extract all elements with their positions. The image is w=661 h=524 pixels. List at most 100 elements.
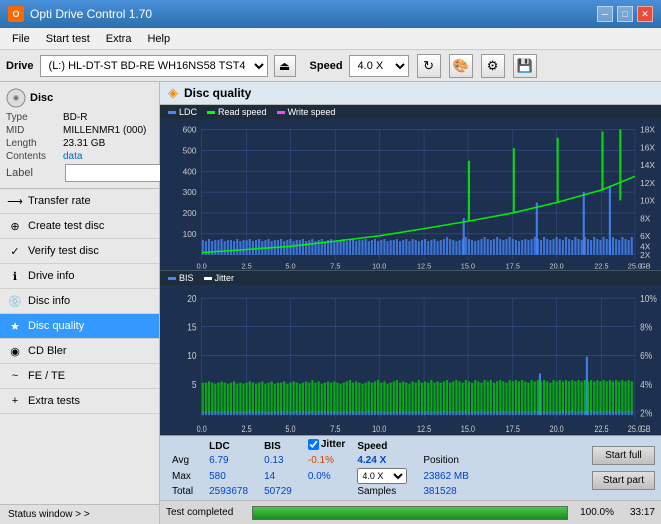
menu-start-test[interactable]: Start test [38, 31, 98, 47]
top-chart-svg-area: 600 500 400 300 200 100 18X 16X 14X 12X [160, 119, 661, 270]
disc-contents-value: data [63, 151, 82, 162]
close-button[interactable]: ✕ [637, 6, 653, 22]
svg-text:12.5: 12.5 [417, 261, 431, 270]
jitter-legend-dot [204, 277, 212, 280]
svg-text:6%: 6% [640, 350, 653, 362]
transfer-rate-icon: ⟶ [8, 194, 22, 208]
nav-extra-tests[interactable]: + Extra tests [0, 389, 159, 414]
disc-header: Disc [6, 88, 153, 108]
svg-text:10.0: 10.0 [372, 425, 387, 435]
drive-info-icon: ℹ [8, 269, 22, 283]
stats-total-label: Total [164, 485, 201, 498]
menu-help[interactable]: Help [139, 31, 178, 47]
read-legend: Read speed [207, 107, 267, 117]
write-legend-dot [277, 111, 285, 114]
svg-text:12.5: 12.5 [417, 425, 432, 435]
chart-header-title: Disc quality [184, 86, 251, 100]
disc-title: Disc [30, 92, 53, 104]
cd-bler-icon: ◉ [8, 344, 22, 358]
nav-verify-test-disc[interactable]: ✓ Verify test disc [0, 239, 159, 264]
svg-text:600: 600 [183, 125, 197, 135]
read-legend-dot [207, 111, 215, 114]
svg-text:14X: 14X [640, 160, 655, 170]
stats-speed-select-cell: 4.0 X [349, 467, 415, 485]
stats-max-bis: 14 [256, 467, 300, 485]
progress-time: 33:17 [620, 507, 655, 518]
nav-fe-te[interactable]: ~ FE / TE [0, 364, 159, 389]
svg-text:500: 500 [183, 145, 197, 155]
bis-legend-label: BIS [179, 273, 194, 283]
svg-text:GB: GB [640, 261, 651, 270]
charts-area: LDC Read speed Write speed [160, 105, 661, 500]
svg-text:4%: 4% [640, 378, 653, 390]
jitter-checkbox[interactable] [308, 439, 319, 450]
svg-text:5.0: 5.0 [285, 261, 295, 270]
menu-file[interactable]: File [4, 31, 38, 47]
svg-text:17.5: 17.5 [506, 261, 520, 270]
stats-data-table: LDC BIS Jitter Speed [164, 438, 477, 498]
stats-col-empty [164, 438, 201, 454]
stats-speed-val: 4.24 X [349, 454, 415, 467]
stats-header-row: LDC BIS Jitter Speed [164, 438, 477, 454]
svg-text:22.5: 22.5 [594, 261, 608, 270]
status-window-btn[interactable]: Status window > > [0, 504, 159, 524]
svg-text:5.0: 5.0 [285, 425, 296, 435]
app-window: O Opti Drive Control 1.70 ─ □ ✕ File Sta… [0, 0, 661, 524]
svg-text:10X: 10X [640, 196, 655, 206]
stats-avg-bis: 0.13 [256, 454, 300, 467]
verify-test-disc-icon: ✓ [8, 244, 22, 258]
stats-bis-header: BIS [256, 438, 300, 454]
stats-jitter-check: Jitter [300, 438, 349, 454]
minimize-button[interactable]: ─ [597, 6, 613, 22]
nav-disc-info[interactable]: 💿 Disc info [0, 289, 159, 314]
jitter-legend: Jitter [204, 273, 235, 283]
stats-position-label: Position [415, 454, 477, 467]
disc-mid-label: MID [6, 125, 61, 136]
stats-position-val: 23862 MB [415, 467, 477, 485]
settings-button2[interactable]: ⚙ [481, 54, 505, 78]
disc-icon [6, 88, 26, 108]
nav-items: ⟶ Transfer rate ⊕ Create test disc ✓ Ver… [0, 189, 159, 504]
svg-text:20.0: 20.0 [550, 261, 564, 270]
refresh-button[interactable]: ↻ [417, 54, 441, 78]
top-chart-legend: LDC Read speed Write speed [160, 105, 661, 119]
status-window-label: Status window > > [8, 509, 90, 520]
maximize-button[interactable]: □ [617, 6, 633, 22]
menu-bar: File Start test Extra Help [0, 28, 661, 50]
chart-header: ◈ Disc quality [160, 82, 661, 105]
nav-cd-bler[interactable]: ◉ CD Bler [0, 339, 159, 364]
svg-text:15.0: 15.0 [461, 261, 475, 270]
disc-quality-icon: ★ [8, 319, 22, 333]
progress-status-label: Test completed [166, 507, 246, 518]
start-part-btn[interactable]: Start part [592, 471, 655, 490]
svg-text:16X: 16X [640, 142, 655, 152]
eject-button[interactable]: ⏏ [274, 55, 296, 77]
disc-type-value: BD-R [63, 112, 87, 123]
start-full-btn[interactable]: Start full [592, 446, 655, 465]
jitter-check-label: Jitter [321, 439, 345, 450]
nav-drive-info[interactable]: ℹ Drive info [0, 264, 159, 289]
stats-speed-select[interactable]: 4.0 X [357, 468, 407, 484]
bis-legend-dot [168, 277, 176, 280]
svg-text:17.5: 17.5 [506, 425, 521, 435]
disc-contents-label: Contents [6, 151, 61, 162]
menu-extra[interactable]: Extra [98, 31, 140, 47]
nav-create-test-disc[interactable]: ⊕ Create test disc [0, 214, 159, 239]
stats-total-bis: 50729 [256, 485, 300, 498]
drive-select[interactable]: (L:) HL-DT-ST BD-RE WH16NS58 TST4 [40, 55, 268, 77]
nav-disc-quality[interactable]: ★ Disc quality [0, 314, 159, 339]
svg-text:18X: 18X [640, 125, 655, 135]
speed-select[interactable]: 4.0 X [349, 55, 409, 77]
settings-button1[interactable]: 🎨 [449, 54, 473, 78]
bis-legend: BIS [168, 273, 194, 283]
left-panel: Disc Type BD-R MID MILLENMR1 (000) Lengt… [0, 82, 160, 524]
stats-table: LDC BIS Jitter Speed [164, 438, 586, 498]
bottom-chart-svg-area: 20 15 10 5 10% 8% 6% 4% 2% [160, 285, 661, 435]
stats-ldc-header: LDC [201, 438, 256, 454]
save-button[interactable]: 💾 [513, 54, 537, 78]
stats-total-ldc: 2593678 [201, 485, 256, 498]
stats-max-jitter: 0.0% [300, 467, 349, 485]
svg-text:0.0: 0.0 [197, 261, 207, 270]
nav-transfer-rate[interactable]: ⟶ Transfer rate [0, 189, 159, 214]
svg-text:300: 300 [183, 187, 197, 197]
